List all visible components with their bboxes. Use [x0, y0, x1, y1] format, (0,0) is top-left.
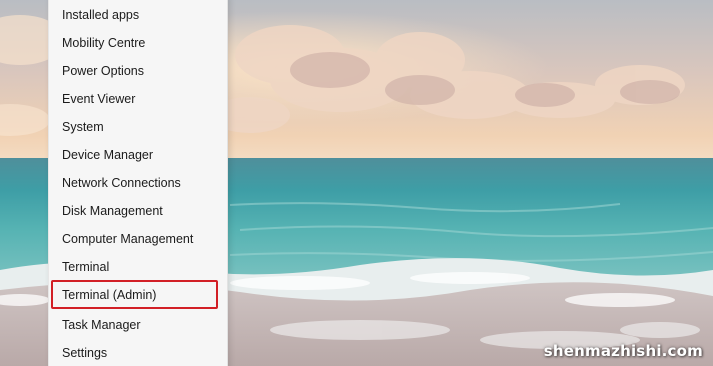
watermark-text: shenmazhishi.com: [543, 342, 703, 360]
menu-item-system[interactable]: System: [49, 114, 227, 140]
menu-item-disk-management[interactable]: Disk Management: [49, 198, 227, 224]
menu-item-task-manager[interactable]: Task Manager: [49, 312, 227, 338]
menu-item-mobility-centre[interactable]: Mobility Centre: [49, 30, 227, 56]
menu-item-event-viewer[interactable]: Event Viewer: [49, 86, 227, 112]
menu-item-power-options[interactable]: Power Options: [49, 58, 227, 84]
menu-item-device-manager[interactable]: Device Manager: [49, 142, 227, 168]
menu-item-installed-apps[interactable]: Installed apps: [49, 2, 227, 28]
winx-quick-link-menu: Installed apps Mobility Centre Power Opt…: [48, 0, 228, 366]
menu-item-settings[interactable]: Settings: [49, 340, 227, 366]
desktop: Installed apps Mobility Centre Power Opt…: [0, 0, 713, 366]
menu-item-network-connections[interactable]: Network Connections: [49, 170, 227, 196]
menu-item-terminal-admin[interactable]: Terminal (Admin): [49, 282, 227, 308]
menu-item-terminal[interactable]: Terminal: [49, 254, 227, 280]
menu-item-computer-management[interactable]: Computer Management: [49, 226, 227, 252]
